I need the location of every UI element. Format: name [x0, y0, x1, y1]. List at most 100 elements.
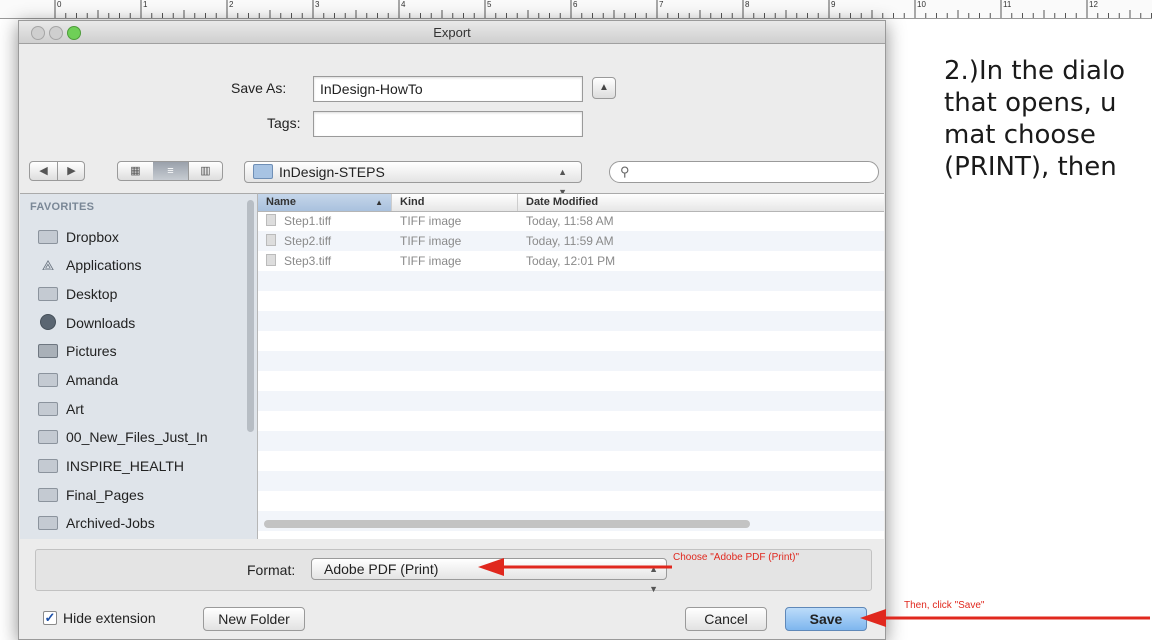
sidebar-item-label: Archived-Jobs [66, 515, 155, 531]
annotation-choose-format: Choose "Adobe PDF (Print)" [673, 552, 800, 563]
file-name: Step2.tiff [284, 234, 332, 248]
view-mode-control: ▦ ≡ ▥ [117, 161, 223, 181]
column-header-name[interactable]: Name ▲ [258, 194, 392, 211]
title-bar[interactable]: Export [19, 21, 885, 44]
ruler-number: 5 [487, 0, 492, 9]
table-row: Step1.tiff TIFF image Today, 11:58 AM [258, 211, 884, 231]
instruction-line: (PRINT), then [944, 152, 1117, 182]
hide-extension-checkbox[interactable]: ✓ [43, 611, 57, 625]
file-date: Today, 11:58 AM [526, 214, 614, 228]
sidebar-section-favorites: FAVORITES [30, 201, 95, 213]
new-folder-button[interactable]: New Folder [203, 607, 305, 631]
save-as-label: Save As: [231, 80, 287, 96]
file-list: Name ▲ Kind Date Modified Step1.tiff TIFF … [258, 193, 884, 539]
instruction-line: that opens, u [944, 88, 1117, 118]
file-kind: TIFF image [400, 234, 462, 248]
file-kind: TIFF image [400, 214, 462, 228]
back-button[interactable]: ◀ [30, 162, 58, 180]
file-list-header: Name ▲ Kind Date Modified [258, 194, 884, 212]
file-icon [266, 234, 276, 246]
file-date: Today, 12:01 PM [526, 254, 616, 268]
camera-icon [38, 344, 58, 358]
magnifier-icon: ⚲ [620, 164, 630, 179]
sidebar-item-label: Dropbox [66, 229, 119, 245]
sidebar-item-downloads[interactable]: Downloads [38, 310, 135, 336]
file-date: Today, 11:59 AM [526, 234, 614, 248]
folder-icon [38, 516, 58, 530]
file-name: Step3.tiff [284, 254, 332, 268]
icon-view-icon[interactable]: ▦ [118, 162, 154, 180]
ruler-number: 6 [573, 0, 578, 9]
sidebar-item-desktop[interactable]: Desktop [38, 281, 117, 307]
sidebar-item-pictures[interactable]: Pictures [38, 338, 117, 364]
save-as-field[interactable]: InDesign-HowTo [313, 76, 583, 102]
sidebar-item-inspire-health[interactable]: INSPIRE_HEALTH [38, 453, 184, 479]
folder-icon [38, 488, 58, 502]
hide-extension-label: Hide extension [63, 610, 156, 626]
save-button[interactable]: Save [785, 607, 867, 631]
ruler-number: 1 [143, 0, 148, 9]
folder-icon [253, 164, 273, 179]
folder-icon [38, 230, 58, 244]
chevron-up-icon: ▲ [599, 82, 609, 93]
ruler-number: 9 [831, 0, 836, 9]
list-view-icon[interactable]: ≡ [153, 162, 189, 180]
file-icon [266, 214, 276, 226]
search-input[interactable]: ⚲ [609, 161, 879, 183]
ruler-number: 12 [1089, 0, 1098, 9]
ruler-number: 8 [745, 0, 750, 9]
sidebar-item-dropbox[interactable]: Dropbox [38, 224, 119, 250]
empty-row [258, 431, 884, 451]
checkmark-icon: ✓ [44, 610, 56, 625]
sidebar-item-label: Desktop [66, 286, 118, 302]
sidebar-item-label: Pictures [66, 343, 117, 359]
column-view-icon[interactable]: ▥ [188, 162, 223, 180]
folder-icon [38, 430, 58, 444]
expand-dialog-button[interactable]: ▲ [592, 77, 616, 99]
ruler-number: 3 [315, 0, 320, 9]
instruction-line: mat choose [944, 120, 1096, 150]
tags-field[interactable] [313, 111, 583, 137]
sidebar-item-new-files[interactable]: 00_New_Files_Just_In [38, 424, 208, 450]
applications-icon: ⟁ [41, 257, 55, 273]
empty-row [258, 351, 884, 371]
format-label: Format: [247, 562, 296, 578]
sidebar-item-label: Applications [66, 257, 142, 273]
ruler-number: 7 [659, 0, 664, 9]
folder-icon [38, 402, 58, 416]
sidebar-item-applications[interactable]: ⟁ Applications [38, 252, 142, 278]
file-icon [266, 254, 276, 266]
ruler-number: 2 [229, 0, 234, 9]
sidebar-item-label: 00_New_Files_Just_In [66, 429, 208, 445]
table-row: Step2.tiff TIFF image Today, 11:59 AM [258, 231, 884, 251]
sort-ascending-icon: ▲ [375, 198, 383, 207]
ruler-number: 11 [1003, 0, 1012, 9]
sidebar-item-amanda[interactable]: Amanda [38, 367, 118, 393]
sidebar-item-art[interactable]: Art [38, 396, 84, 422]
sidebar-item-archived-jobs[interactable]: Archived-Jobs [38, 510, 155, 536]
sidebar-scrollbar[interactable] [247, 200, 254, 432]
format-popup[interactable]: Adobe PDF (Print) ▲ ▼ [311, 558, 667, 594]
sidebar-item-final-pages[interactable]: Final_Pages [38, 482, 144, 508]
column-header-kind[interactable]: Kind [392, 194, 518, 211]
file-name: Step1.tiff [284, 214, 332, 228]
instruction-text: 2.)In the dialo that opens, u mat choose… [944, 55, 1125, 183]
location-popup[interactable]: InDesign-STEPS ▲ ▼ [244, 161, 582, 197]
empty-row [258, 311, 884, 331]
desktop-icon [38, 287, 58, 301]
popup-arrows-icon: ▲ ▼ [649, 564, 658, 594]
empty-row [258, 271, 884, 291]
location-folder-name: InDesign-STEPS [279, 164, 385, 180]
column-header-label: Name [266, 196, 296, 208]
file-kind: TIFF image [400, 254, 462, 268]
ruler-number: 10 [917, 0, 926, 9]
instruction-line: 2.)In the dialo [944, 56, 1126, 86]
column-header-date[interactable]: Date Modified [518, 194, 884, 211]
export-dialog: Export Save As: InDesign-HowTo ▲ Tags: ◀… [18, 20, 886, 640]
folder-icon [38, 459, 58, 473]
cancel-button[interactable]: Cancel [685, 607, 767, 631]
forward-button[interactable]: ▶ [58, 162, 85, 180]
horizontal-scrollbar[interactable] [264, 520, 750, 528]
ruler: 0 1 2 3 4 5 6 7 8 9 10 11 12 [0, 0, 1152, 19]
window-title: Export [433, 25, 471, 40]
